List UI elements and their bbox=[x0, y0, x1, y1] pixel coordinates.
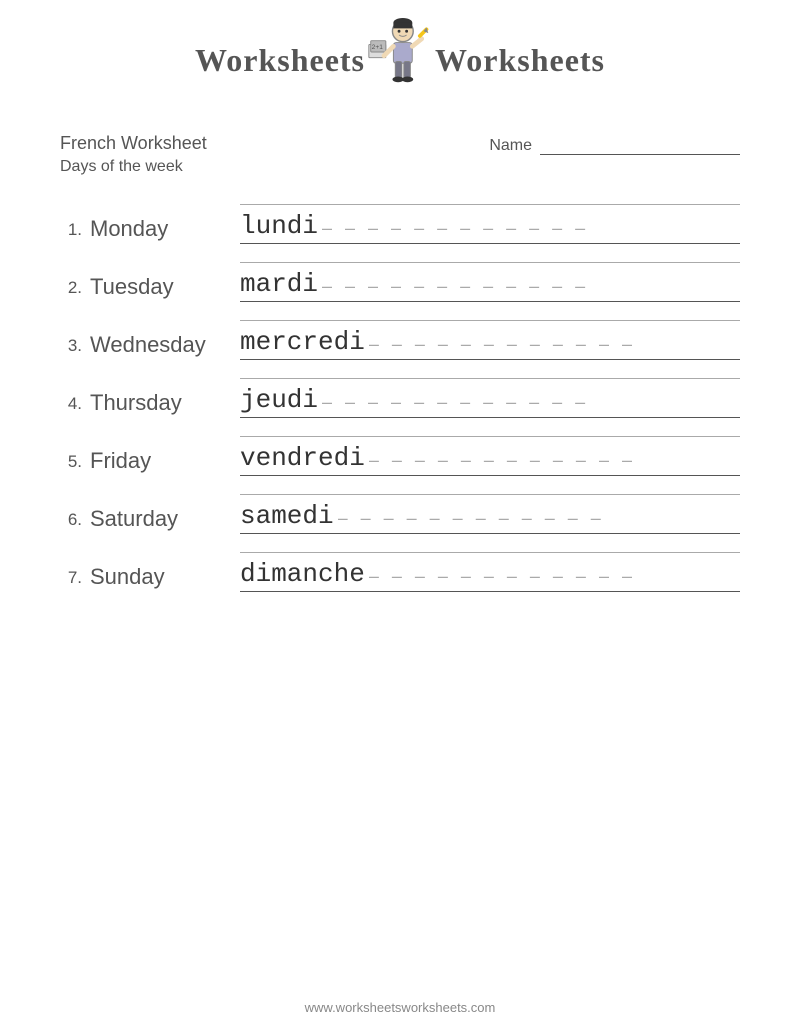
french-word: lundi bbox=[240, 211, 318, 241]
name-write-line bbox=[540, 137, 740, 155]
dash-line: – – – – – – – – – – – – bbox=[369, 450, 740, 473]
french-word: vendredi bbox=[240, 443, 365, 473]
dash-line: – – – – – – – – – – – – bbox=[322, 276, 740, 299]
day-write-area: samedi – – – – – – – – – – – – bbox=[240, 494, 740, 534]
day-number: 7. bbox=[60, 568, 90, 592]
worksheet-title: French Worksheet bbox=[60, 133, 207, 154]
day-write-area: dimanche – – – – – – – – – – – – bbox=[240, 552, 740, 592]
day-row: 2. Tuesday mardi – – – – – – – – – – – – bbox=[60, 244, 740, 302]
logo-text-right: Worksheets bbox=[435, 42, 605, 79]
write-bottom-row: mercredi – – – – – – – – – – – – bbox=[240, 327, 740, 360]
worksheet-info: French Worksheet Days of the week Name bbox=[0, 113, 800, 176]
worksheet-title-block: French Worksheet Days of the week bbox=[60, 133, 207, 176]
dash-line: – – – – – – – – – – – – bbox=[322, 392, 740, 415]
name-field: Name bbox=[489, 137, 740, 155]
day-number: 4. bbox=[60, 394, 90, 418]
name-label: Name bbox=[489, 137, 532, 155]
day-number: 2. bbox=[60, 278, 90, 302]
french-word: jeudi bbox=[240, 385, 318, 415]
day-write-area: mercredi – – – – – – – – – – – – bbox=[240, 320, 740, 360]
write-top-line bbox=[240, 262, 740, 263]
day-row: 6. Saturday samedi – – – – – – – – – – –… bbox=[60, 476, 740, 534]
write-bottom-row: lundi – – – – – – – – – – – – bbox=[240, 211, 740, 244]
french-word: samedi bbox=[240, 501, 334, 531]
write-bottom-row: jeudi – – – – – – – – – – – – bbox=[240, 385, 740, 418]
footer-url: www.worksheetsworksheets.com bbox=[305, 1000, 496, 1015]
write-bottom-row: mardi – – – – – – – – – – – – bbox=[240, 269, 740, 302]
french-word: dimanche bbox=[240, 559, 365, 589]
days-container: 1. Monday lundi – – – – – – – – – – – – … bbox=[0, 176, 800, 592]
dash-line: – – – – – – – – – – – – bbox=[369, 566, 740, 589]
worksheet-subtitle: Days of the week bbox=[60, 158, 207, 176]
dash-line: – – – – – – – – – – – – bbox=[322, 218, 740, 241]
dash-line: – – – – – – – – – – – – bbox=[369, 334, 740, 357]
write-top-line bbox=[240, 436, 740, 437]
kid-logo-icon: 2+1 bbox=[365, 18, 435, 103]
day-write-area: lundi – – – – – – – – – – – – bbox=[240, 204, 740, 244]
day-row: 1. Monday lundi – – – – – – – – – – – – bbox=[60, 186, 740, 244]
french-word: mardi bbox=[240, 269, 318, 299]
day-number: 5. bbox=[60, 452, 90, 476]
write-top-line bbox=[240, 204, 740, 205]
write-top-line bbox=[240, 494, 740, 495]
write-bottom-row: samedi – – – – – – – – – – – – bbox=[240, 501, 740, 534]
write-top-line bbox=[240, 552, 740, 553]
day-number: 6. bbox=[60, 510, 90, 534]
day-english: Sunday bbox=[90, 564, 240, 592]
write-bottom-row: dimanche – – – – – – – – – – – – bbox=[240, 559, 740, 592]
day-row: 4. Thursday jeudi – – – – – – – – – – – … bbox=[60, 360, 740, 418]
day-write-area: vendredi – – – – – – – – – – – – bbox=[240, 436, 740, 476]
write-top-line bbox=[240, 320, 740, 321]
day-english: Saturday bbox=[90, 506, 240, 534]
logo-text-left: Worksheets bbox=[195, 42, 365, 79]
day-english: Monday bbox=[90, 216, 240, 244]
day-row: 7. Sunday dimanche – – – – – – – – – – –… bbox=[60, 534, 740, 592]
day-row: 5. Friday vendredi – – – – – – – – – – –… bbox=[60, 418, 740, 476]
write-top-line bbox=[240, 378, 740, 379]
svg-text:2+1: 2+1 bbox=[372, 44, 384, 51]
day-number: 3. bbox=[60, 336, 90, 360]
footer: www.worksheetsworksheets.com bbox=[0, 970, 800, 1025]
french-word: mercredi bbox=[240, 327, 365, 357]
day-english: Thursday bbox=[90, 390, 240, 418]
day-write-area: mardi – – – – – – – – – – – – bbox=[240, 262, 740, 302]
day-write-area: jeudi – – – – – – – – – – – – bbox=[240, 378, 740, 418]
header: Worksheets 2+1 Worksheets bbox=[0, 0, 800, 113]
day-english: Tuesday bbox=[90, 274, 240, 302]
day-english: Wednesday bbox=[90, 332, 240, 360]
day-number: 1. bbox=[60, 220, 90, 244]
day-row: 3. Wednesday mercredi – – – – – – – – – … bbox=[60, 302, 740, 360]
write-bottom-row: vendredi – – – – – – – – – – – – bbox=[240, 443, 740, 476]
day-english: Friday bbox=[90, 448, 240, 476]
dash-line: – – – – – – – – – – – – bbox=[338, 508, 740, 531]
